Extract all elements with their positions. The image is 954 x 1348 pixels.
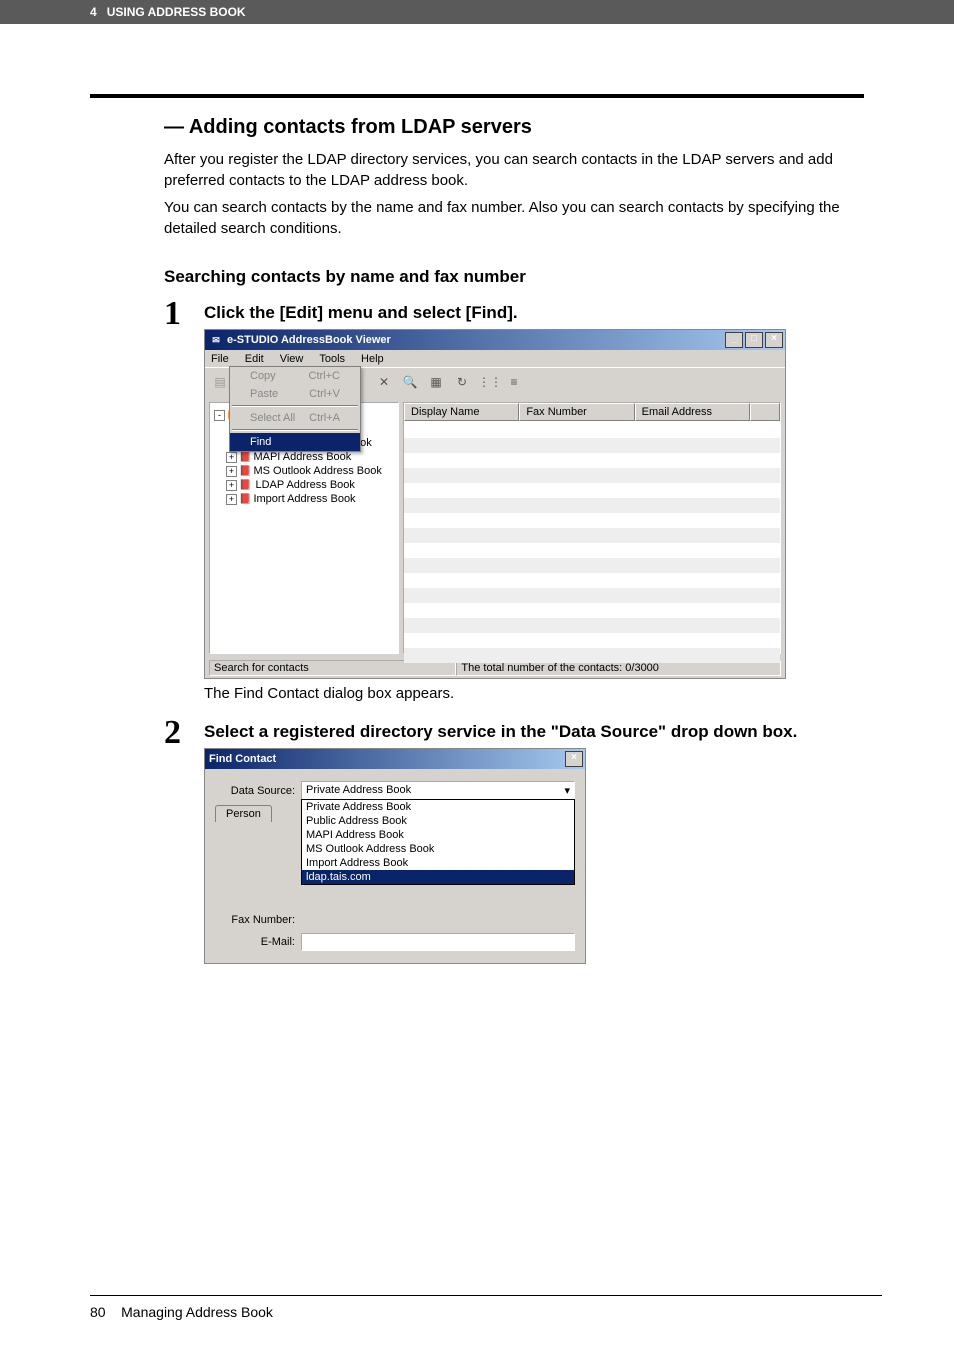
toolbar-new-icon[interactable]: ▤ <box>209 372 231 394</box>
menu-item-selectall-label: Select All <box>250 412 295 424</box>
toolbar-properties-icon[interactable]: ▦ <box>425 372 447 394</box>
menu-separator <box>232 429 358 431</box>
menu-tools[interactable]: Tools <box>315 352 349 366</box>
col-display-name[interactable]: Display Name <box>404 403 519 421</box>
tree-ms-outlook[interactable]: +📕MS Outlook Address Book <box>226 464 394 478</box>
page-footer: 80 Managing Address Book <box>90 1295 882 1320</box>
option-public[interactable]: Public Address Book <box>302 814 574 828</box>
menu-item-copy-shortcut: Ctrl+C <box>309 370 340 382</box>
tab-person[interactable]: Person <box>215 805 272 822</box>
step-1-number: 1 <box>164 299 204 330</box>
chapter-title: USING ADDRESS BOOK <box>107 5 246 19</box>
toolbar-icon-6[interactable]: ≡ <box>503 372 525 394</box>
window-title: e-STUDIO AddressBook Viewer <box>227 334 391 346</box>
dropdown-arrow-icon[interactable]: ▾ <box>564 784 570 797</box>
col-fax-number[interactable]: Fax Number <box>519 403 634 421</box>
option-private[interactable]: Private Address Book <box>302 800 574 814</box>
toolbar-delete-icon[interactable]: ✕ <box>373 372 395 394</box>
option-mapi[interactable]: MAPI Address Book <box>302 828 574 842</box>
option-msoutlook[interactable]: MS Outlook Address Book <box>302 842 574 856</box>
section-para-1: After you register the LDAP directory se… <box>164 149 882 191</box>
dialog-titlebar: Find Contact × <box>205 749 585 769</box>
col-spacer <box>750 403 780 421</box>
dialog-close-button[interactable]: × <box>565 751 583 767</box>
menu-item-paste-label: Paste <box>250 388 278 400</box>
toolbar-icon-5[interactable]: ⋮⋮ <box>477 372 499 394</box>
menu-item-selectall[interactable]: Select All Ctrl+A <box>230 409 360 427</box>
step-2-title: Select a registered directory service in… <box>204 722 882 742</box>
tree-mapi[interactable]: +📕MAPI Address Book <box>226 450 394 464</box>
option-ldap[interactable]: ldap.tais.com <box>302 870 574 884</box>
minimize-button[interactable]: _ <box>725 332 743 348</box>
close-button[interactable]: × <box>765 332 783 348</box>
chapter-number: 4 <box>90 5 97 19</box>
screenshot-addressbook-viewer: ✉ e-STUDIO AddressBook Viewer _ □ × File… <box>204 329 786 679</box>
toolbar-find-icon[interactable]: 🔍 <box>399 372 421 394</box>
maximize-button[interactable]: □ <box>745 332 763 348</box>
menu-item-copy[interactable]: Copy Ctrl+C <box>230 367 360 385</box>
chapter-header: 4 USING ADDRESS BOOK <box>0 0 954 24</box>
step-2-number: 2 <box>164 718 204 749</box>
menubar: File Edit View Tools Help <box>205 350 785 367</box>
list-header: Display Name Fax Number Email Address <box>404 403 780 421</box>
menu-help[interactable]: Help <box>357 352 388 366</box>
toolbar-refresh-icon[interactable]: ↻ <box>451 372 473 394</box>
app-icon: ✉ <box>209 333 223 347</box>
screenshot-find-contact: Find Contact × Data Source: Private Addr… <box>204 748 586 964</box>
section-heading: — Adding contacts from LDAP servers <box>164 116 882 139</box>
menu-item-paste[interactable]: Paste Ctrl+V <box>230 385 360 403</box>
label-fax-number: Fax Number: <box>215 914 301 926</box>
tree-ldap[interactable]: +📕LDAP Address Book <box>226 478 394 492</box>
page-number: 80 <box>90 1304 106 1320</box>
list-rows <box>404 423 780 653</box>
label-data-source: Data Source: <box>215 785 301 797</box>
window-titlebar: ✉ e-STUDIO AddressBook Viewer _ □ × <box>205 330 785 350</box>
step-1-caption: The Find Contact dialog box appears. <box>204 685 882 702</box>
menu-separator <box>232 405 358 407</box>
menu-file[interactable]: File <box>207 352 233 366</box>
tree-import[interactable]: +📕Import Address Book <box>226 492 394 506</box>
data-source-select[interactable]: Private Address Book ▾ Private Address B… <box>301 781 575 800</box>
menu-item-paste-shortcut: Ctrl+V <box>309 388 340 400</box>
toolbar: ▤ Copy Ctrl+C Paste Ctrl+V <box>205 367 785 398</box>
footer-section-label: Managing Address Book <box>121 1304 273 1320</box>
data-source-selected: Private Address Book <box>306 784 411 797</box>
menu-item-selectall-shortcut: Ctrl+A <box>309 412 340 424</box>
menu-item-find[interactable]: Find <box>230 433 360 451</box>
menu-view[interactable]: View <box>276 352 308 366</box>
step-1-title: Click the [Edit] menu and select [Find]. <box>204 303 882 323</box>
data-source-dropdown-list: Private Address Book Public Address Book… <box>301 799 575 885</box>
option-import[interactable]: Import Address Book <box>302 856 574 870</box>
label-email: E-Mail: <box>215 936 301 948</box>
section-rule <box>90 94 864 98</box>
menu-item-find-label: Find <box>250 436 271 448</box>
menu-item-copy-label: Copy <box>250 370 276 382</box>
section-subheading: Searching contacts by name and fax numbe… <box>164 267 882 287</box>
menu-edit[interactable]: Edit <box>241 352 268 366</box>
contact-list[interactable]: Display Name Fax Number Email Address <box>403 402 781 654</box>
col-email[interactable]: Email Address <box>635 403 750 421</box>
edit-menu-dropdown: Copy Ctrl+C Paste Ctrl+V Select All Ctrl… <box>229 366 361 452</box>
section-para-2: You can search contacts by the name and … <box>164 197 882 239</box>
email-input[interactable] <box>301 933 575 951</box>
dialog-title: Find Contact <box>209 753 276 765</box>
